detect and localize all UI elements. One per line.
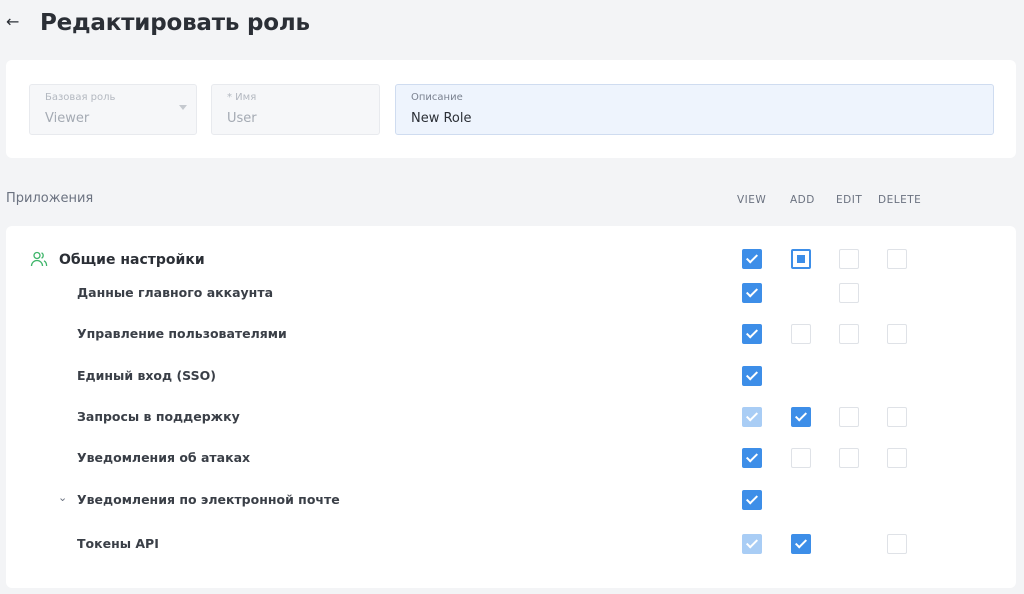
checkbox-edit[interactable] [839, 448, 859, 468]
name-field[interactable]: * Имя User [211, 84, 380, 135]
permission-label: Управление пользователями [77, 326, 287, 341]
permission-label: Токены API [77, 536, 159, 551]
permission-label: Уведомления по электронной почте [77, 492, 340, 507]
role-form-card: Базовая роль Viewer * Имя User Описание … [6, 60, 1016, 158]
checkbox-edit[interactable] [839, 324, 859, 344]
checkbox-edit[interactable] [839, 283, 859, 303]
section-label: Приложения [6, 191, 94, 206]
checkbox-delete[interactable] [887, 448, 907, 468]
permission-row: Управление пользователями [6, 324, 1016, 346]
checkbox-add[interactable] [791, 407, 811, 427]
users-icon [30, 250, 48, 268]
permission-label: Данные главного аккаунта [77, 285, 274, 300]
chevron-down-icon [179, 105, 187, 110]
checkbox-view-group[interactable] [742, 249, 762, 269]
permission-row: Токены API [6, 534, 1016, 556]
column-header-edit: EDIT [836, 194, 863, 206]
permission-row: ⌄ Уведомления по электронной почте [6, 490, 1016, 512]
permission-label: Уведомления об атаках [77, 450, 251, 465]
checkbox-edit[interactable] [839, 407, 859, 427]
checkbox-add[interactable] [791, 448, 811, 468]
checkbox-add[interactable] [791, 324, 811, 344]
permission-label: Единый вход (SSO) [77, 368, 216, 383]
permission-row: Запросы в поддержку [6, 407, 1016, 429]
checkbox-add-group[interactable] [791, 249, 811, 269]
chevron-down-icon[interactable]: ⌄ [58, 491, 67, 504]
permission-row: Данные главного аккаунта [6, 283, 1016, 305]
checkbox-delete-group[interactable] [887, 249, 907, 269]
description-value: New Role [411, 111, 472, 126]
checkbox-view[interactable] [742, 407, 762, 427]
name-value: User [227, 111, 257, 126]
column-header-view: VIEW [737, 194, 767, 206]
back-arrow-icon[interactable]: ← [6, 10, 26, 34]
checkbox-view[interactable] [742, 448, 762, 468]
description-field[interactable]: Описание New Role [395, 84, 994, 135]
description-label: Описание [411, 92, 463, 103]
name-label: * Имя [227, 92, 257, 103]
checkbox-view[interactable] [742, 534, 762, 554]
permissions-card: Общие настройки Данные главного аккаунта… [6, 226, 1016, 588]
checkbox-delete[interactable] [887, 534, 907, 554]
permission-row: Единый вход (SSO) [6, 366, 1016, 388]
checkbox-view[interactable] [742, 324, 762, 344]
checkbox-view[interactable] [742, 490, 762, 510]
checkbox-add[interactable] [791, 534, 811, 554]
checkbox-delete[interactable] [887, 407, 907, 427]
base-role-value: Viewer [45, 111, 90, 126]
checkbox-view[interactable] [742, 366, 762, 386]
checkbox-view[interactable] [742, 283, 762, 303]
column-header-add: ADD [790, 194, 815, 206]
group-title: Общие настройки [59, 252, 205, 268]
base-role-label: Базовая роль [45, 92, 116, 103]
permission-row: Уведомления об атаках [6, 448, 1016, 470]
permission-label: Запросы в поддержку [77, 409, 240, 424]
page-title: Редактировать роль [40, 10, 310, 36]
checkbox-delete[interactable] [887, 324, 907, 344]
checkbox-edit-group[interactable] [839, 249, 859, 269]
page-header: ← Редактировать роль [0, 0, 1024, 48]
base-role-select[interactable]: Базовая роль Viewer [29, 84, 197, 135]
column-header-delete: DELETE [878, 194, 922, 206]
